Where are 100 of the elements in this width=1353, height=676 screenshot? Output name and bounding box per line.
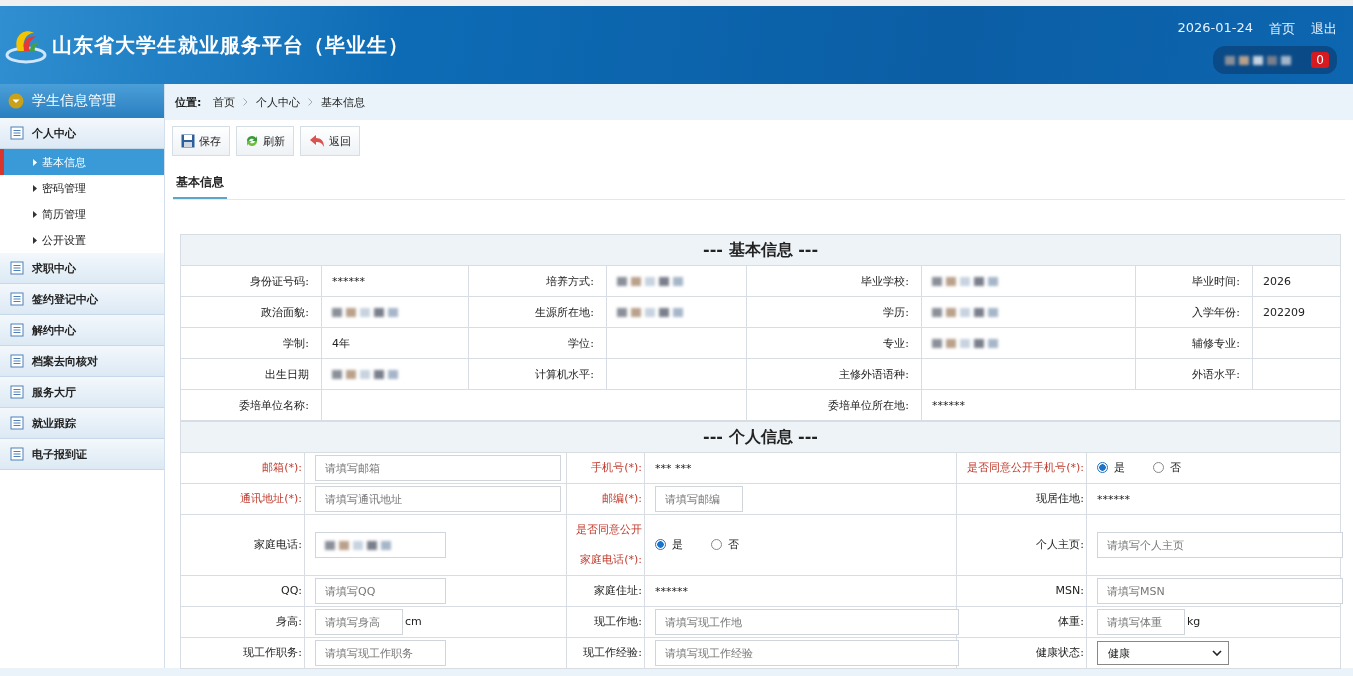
breadcrumb-link[interactable]: 首页 [213, 94, 236, 110]
redacted-username [1225, 55, 1292, 65]
radio-label: 否 [728, 537, 739, 552]
field-value: 2026 [1263, 274, 1291, 288]
field-label: 现工作职务: [243, 646, 302, 659]
field-label: 毕业学校: [861, 274, 909, 288]
toolbar-button[interactable]: 刷新 [236, 126, 294, 156]
redacted-value [332, 370, 398, 379]
field-value: ****** [1097, 492, 1130, 506]
toolbar-button[interactable]: 返回 [300, 126, 360, 156]
field-label: 委培单位名称: [239, 398, 309, 412]
input-field[interactable]: 请填写个人主页 [1097, 532, 1343, 558]
header-link[interactable]: 退出 [1311, 20, 1337, 38]
field-label: 学位: [568, 336, 594, 350]
breadcrumb-link[interactable]: 基本信息 [321, 94, 366, 110]
header-link[interactable]: 首页 [1269, 20, 1295, 38]
input-field[interactable]: 请填写现工作经验 [655, 640, 959, 666]
input-field[interactable]: 请填写体重 [1097, 609, 1185, 635]
input-field[interactable]: 请填写QQ [315, 578, 446, 604]
field-value: ****** [332, 274, 365, 288]
sidebar-group[interactable]: 个人中心 [0, 118, 164, 149]
field-label: MSN: [1055, 584, 1084, 597]
sidebar-group[interactable]: 就业跟踪 [0, 408, 164, 439]
site-title: 山东省大学生就业服务平台（毕业生） [52, 31, 409, 59]
sidebar-group[interactable]: 签约登记中心 [0, 284, 164, 315]
field-label: 体重: [1058, 615, 1084, 628]
triangle-icon [33, 158, 37, 166]
sidebar-item[interactable]: 密码管理 [0, 175, 164, 201]
field-label: 健康状态: [1036, 646, 1084, 659]
sidebar-group[interactable]: 档案去向核对 [0, 346, 164, 377]
input-field[interactable] [315, 532, 446, 558]
list-icon [10, 126, 24, 140]
field-label: 专业: [883, 336, 909, 350]
radio-button[interactable] [1097, 462, 1108, 473]
breadcrumb-label: 位置: [175, 94, 202, 110]
radio-label: 否 [1170, 460, 1181, 475]
select-dropdown[interactable]: 健康 [1097, 641, 1229, 665]
input-field[interactable]: 请填写邮箱 [315, 455, 561, 481]
sidebar-group[interactable]: 服务大厅 [0, 377, 164, 408]
list-icon [10, 323, 24, 337]
sidebar-group[interactable]: 解约中心 [0, 315, 164, 346]
sidebar-item[interactable]: 公开设置 [0, 227, 164, 253]
toolbar-button[interactable]: 保存 [172, 126, 230, 156]
redacted-value [332, 308, 398, 317]
sidebar-group[interactable]: 求职中心 [0, 253, 164, 284]
input-field[interactable]: 请填写现工作职务 [315, 640, 446, 666]
input-field[interactable]: 请填写MSN [1097, 578, 1343, 604]
field-value: 4年 [332, 336, 350, 350]
floppy-icon [181, 134, 195, 148]
list-icon [10, 416, 24, 430]
field-label: 外语水平: [1192, 367, 1240, 381]
field-label: 培养方式: [546, 274, 594, 288]
section-title: --- 基本信息 --- [180, 234, 1341, 266]
field-label: 个人主页: [1036, 538, 1084, 551]
list-icon [10, 261, 24, 275]
input-field[interactable]: 请填写现工作地 [655, 609, 959, 635]
notification-badge[interactable]: 0 [1311, 52, 1329, 68]
chevron-down-icon [1212, 650, 1222, 656]
field-label: 现居住地: [1036, 492, 1084, 505]
input-field[interactable]: 请填写邮编 [655, 486, 743, 512]
refresh-icon [245, 134, 259, 148]
redacted-value [617, 308, 683, 317]
field-label: 是否同意公开手机号(*): [967, 461, 1084, 474]
field-label: 出生日期 [265, 367, 309, 381]
redacted-value [617, 277, 683, 286]
field-label: 计算机水平: [535, 367, 594, 381]
field-label: 身高: [276, 615, 302, 628]
field-label: 通讯地址(*): [240, 492, 302, 505]
radio-label: 是 [1114, 460, 1125, 475]
breadcrumb-link[interactable]: 个人中心 [256, 94, 301, 110]
field-label: 手机号(*): [591, 461, 642, 474]
field-label: 学制: [283, 336, 309, 350]
sidebar-item[interactable]: 简历管理 [0, 201, 164, 227]
field-label: 辅修专业: [1192, 336, 1240, 350]
field-value: ****** [655, 584, 688, 598]
list-icon [10, 447, 24, 461]
chevron-icon [243, 98, 249, 106]
field-label: 委培单位所在地: [828, 398, 909, 412]
field-label: 邮编(*): [602, 492, 642, 505]
field-value: *** *** [655, 461, 692, 475]
back-arrow-icon [309, 134, 325, 148]
field-label: 现工作经验: [583, 646, 642, 659]
radio-button[interactable] [655, 539, 666, 550]
sidebar-title: 学生信息管理 [32, 92, 116, 110]
field-value: 202209 [1263, 305, 1305, 319]
sidebar-group[interactable]: 电子报到证 [0, 439, 164, 470]
unit-text: cm [405, 615, 422, 628]
field-label: 主修外语语种: [839, 367, 909, 381]
tab[interactable]: 基本信息 [173, 170, 227, 199]
field-label: QQ: [280, 584, 302, 597]
field-label: 身份证号码: [250, 274, 309, 288]
field-label: 家庭电话: [254, 538, 302, 551]
triangle-icon [33, 236, 37, 244]
input-field[interactable]: 请填写身高 [315, 609, 403, 635]
triangle-icon [33, 184, 37, 192]
field-label: 邮箱(*): [262, 461, 302, 474]
radio-label: 是 [672, 537, 683, 552]
input-field[interactable]: 请填写通讯地址 [315, 486, 561, 512]
section-title: --- 个人信息 --- [180, 421, 1341, 453]
field-label: 现工作地: [594, 615, 642, 628]
